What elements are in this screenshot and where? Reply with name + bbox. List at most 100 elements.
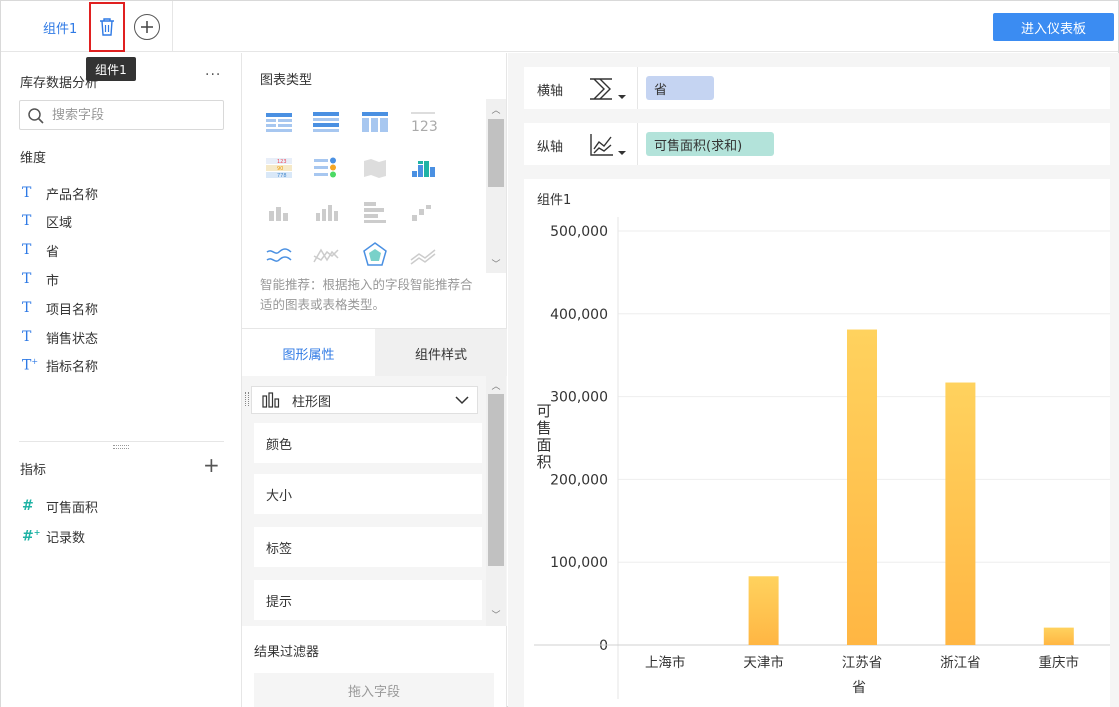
- dimension-field[interactable]: T 销售状态: [22, 327, 98, 347]
- delete-component-button[interactable]: [89, 2, 125, 52]
- y-axis-title-char: 可: [536, 402, 551, 420]
- text-type-icon: T: [22, 329, 32, 345]
- bar-chart: 0 100,000 200,000 300,000 400,000 500,000 可售面积…: [534, 217, 1110, 699]
- scroll-down-icon[interactable]: ﹀: [486, 608, 506, 621]
- bar: [945, 382, 976, 645]
- text-type-icon: T: [22, 242, 32, 258]
- chart-type-title: 图表类型: [260, 73, 313, 88]
- enter-dashboard-button[interactable]: 进入仪表板: [993, 13, 1114, 41]
- drag-handle-icon[interactable]: [245, 392, 249, 406]
- area-chart-icon[interactable]: [408, 240, 438, 270]
- waterfall-icon[interactable]: [408, 197, 438, 227]
- y-tick-label: 400,000: [550, 307, 608, 323]
- polyline-icon[interactable]: [311, 240, 341, 270]
- chart-area: 横轴 省 纵轴 可售面积(求和) 组件1 0 100,000 200,000 3…: [508, 53, 1119, 707]
- dimension-field[interactable]: T 项目名称: [22, 298, 98, 318]
- tooltip: 组件1: [86, 57, 136, 81]
- cross-table-icon[interactable]: [360, 107, 390, 137]
- plus-icon: [141, 21, 153, 33]
- svg-text:90: 90: [277, 166, 283, 172]
- y-axis-label: 纵轴: [537, 140, 564, 155]
- dimension-field[interactable]: T省: [22, 240, 59, 260]
- dimension-field[interactable]: T+ 指标名称: [22, 355, 98, 375]
- more-icon[interactable]: ···: [205, 67, 221, 83]
- scroll-up-icon[interactable]: ︿: [486, 379, 506, 392]
- dimension-field[interactable]: T 产品名称: [22, 183, 98, 203]
- x-axis-field-pill[interactable]: 省: [646, 76, 714, 100]
- text-type-icon: T: [22, 271, 32, 287]
- y-axis-row: 纵轴 可售面积(求和): [524, 123, 1110, 165]
- indicator-table-icon[interactable]: [311, 153, 341, 183]
- axis-separator: [637, 123, 638, 165]
- y-tick-label: 0: [599, 638, 608, 654]
- x-tick-label: 天津市: [743, 654, 784, 671]
- smart-recommend-hint: 智能推荐：根据拖入的字段智能推荐合适的图表或表格类型。: [260, 277, 473, 312]
- prop-color[interactable]: 颜色: [254, 423, 482, 463]
- grid-heatmap-icon[interactable]: [408, 153, 438, 183]
- x-tick-label: 浙江省: [940, 655, 981, 671]
- search-box[interactable]: [19, 100, 224, 130]
- y-axis-type-button[interactable]: [588, 131, 628, 163]
- x-tick-label: 上海市: [645, 654, 686, 671]
- text-type-icon: T: [22, 185, 32, 201]
- number-kpi-icon[interactable]: 123: [408, 107, 438, 137]
- panel-divider: [19, 441, 224, 442]
- y-tick-label: 500,000: [550, 224, 608, 240]
- horizontal-bar-icon[interactable]: [360, 197, 390, 227]
- chart-card: 组件1 0 100,000 200,000 300,000 400,000 500,000…: [524, 179, 1110, 707]
- bar-icon[interactable]: [311, 197, 341, 227]
- x-axis-type-button[interactable]: [588, 75, 628, 107]
- axis-value-icon: [590, 134, 626, 156]
- app-window: 组件1 进入仪表板 组件1 库存数据分析 ··· 维度 T产品名称: [0, 0, 1119, 707]
- chart-config-panel: 图表类型 123 123 90 778 ︿ ﹀ 智能推荐：根据拖入的字段智能推荐…: [242, 53, 507, 707]
- svg-text:778: 778: [277, 173, 287, 179]
- scroll-up-icon[interactable]: ︿: [486, 103, 506, 116]
- x-tick-label: 重庆市: [1039, 654, 1080, 671]
- bar: [847, 329, 877, 645]
- trash-icon: [100, 18, 114, 36]
- grouped-table-icon[interactable]: [311, 107, 341, 137]
- scroll-down-icon[interactable]: ﹀: [486, 257, 506, 270]
- x-axis-title: 省: [852, 680, 866, 696]
- axis-category-icon: [590, 78, 626, 100]
- y-axis-title-char: 售: [536, 419, 551, 437]
- tab-component1[interactable]: 组件1: [43, 18, 77, 37]
- stacked-bar-icon[interactable]: [264, 197, 294, 227]
- text-type-icon: T: [22, 300, 32, 316]
- tab-separator: [172, 1, 173, 52]
- radar-icon[interactable]: [360, 240, 390, 270]
- resize-handle[interactable]: [113, 445, 129, 449]
- search-icon: [28, 108, 44, 124]
- y-tick-label: 100,000: [550, 555, 608, 571]
- dimension-field[interactable]: T 区域: [22, 211, 72, 231]
- x-axis-row: 横轴 省: [524, 67, 1110, 109]
- prop-tooltip[interactable]: 提示: [254, 580, 482, 620]
- bar: [1043, 627, 1074, 645]
- chart-type-scroll-thumb[interactable]: [488, 119, 504, 187]
- line-chart-icon[interactable]: [264, 240, 294, 270]
- search-input[interactable]: [52, 106, 217, 124]
- tab-component-style[interactable]: 组件样式: [375, 329, 507, 377]
- x-axis-label: 横轴: [537, 84, 564, 99]
- property-tabs: 图形属性 组件样式: [242, 328, 507, 377]
- prop-size[interactable]: 大小: [254, 474, 482, 514]
- chart-type-select[interactable]: 柱形图: [251, 386, 478, 414]
- number-type-icon: #: [22, 498, 34, 514]
- metric-field[interactable]: # 可售面积: [22, 496, 98, 516]
- y-axis-field-pill[interactable]: 可售面积(求和): [646, 132, 774, 156]
- filter-drop-zone[interactable]: 拖入字段: [254, 673, 494, 707]
- table-icon[interactable]: [264, 107, 294, 137]
- tab-graphic-property[interactable]: 图形属性: [242, 329, 375, 377]
- metric-field[interactable]: #+ 记录数: [22, 526, 85, 546]
- y-tick-label: 200,000: [550, 472, 608, 488]
- prop-label[interactable]: 标签: [254, 527, 482, 567]
- color-table-icon[interactable]: 12390778: [264, 153, 294, 183]
- field-panel: 库存数据分析 ··· 维度 T产品名称 T区域 T省 T市 T项目名称 T销售状…: [1, 53, 242, 707]
- dimension-field[interactable]: T市: [22, 269, 59, 289]
- property-scroll-thumb[interactable]: [488, 394, 504, 566]
- graphic-property-area: 柱形图 颜色 大小 标签 提示 ︿ ﹀: [242, 376, 507, 626]
- map-icon[interactable]: [360, 153, 390, 183]
- bar: [748, 576, 779, 645]
- add-metric-icon[interactable]: +: [203, 453, 220, 477]
- add-component-button[interactable]: [134, 14, 160, 40]
